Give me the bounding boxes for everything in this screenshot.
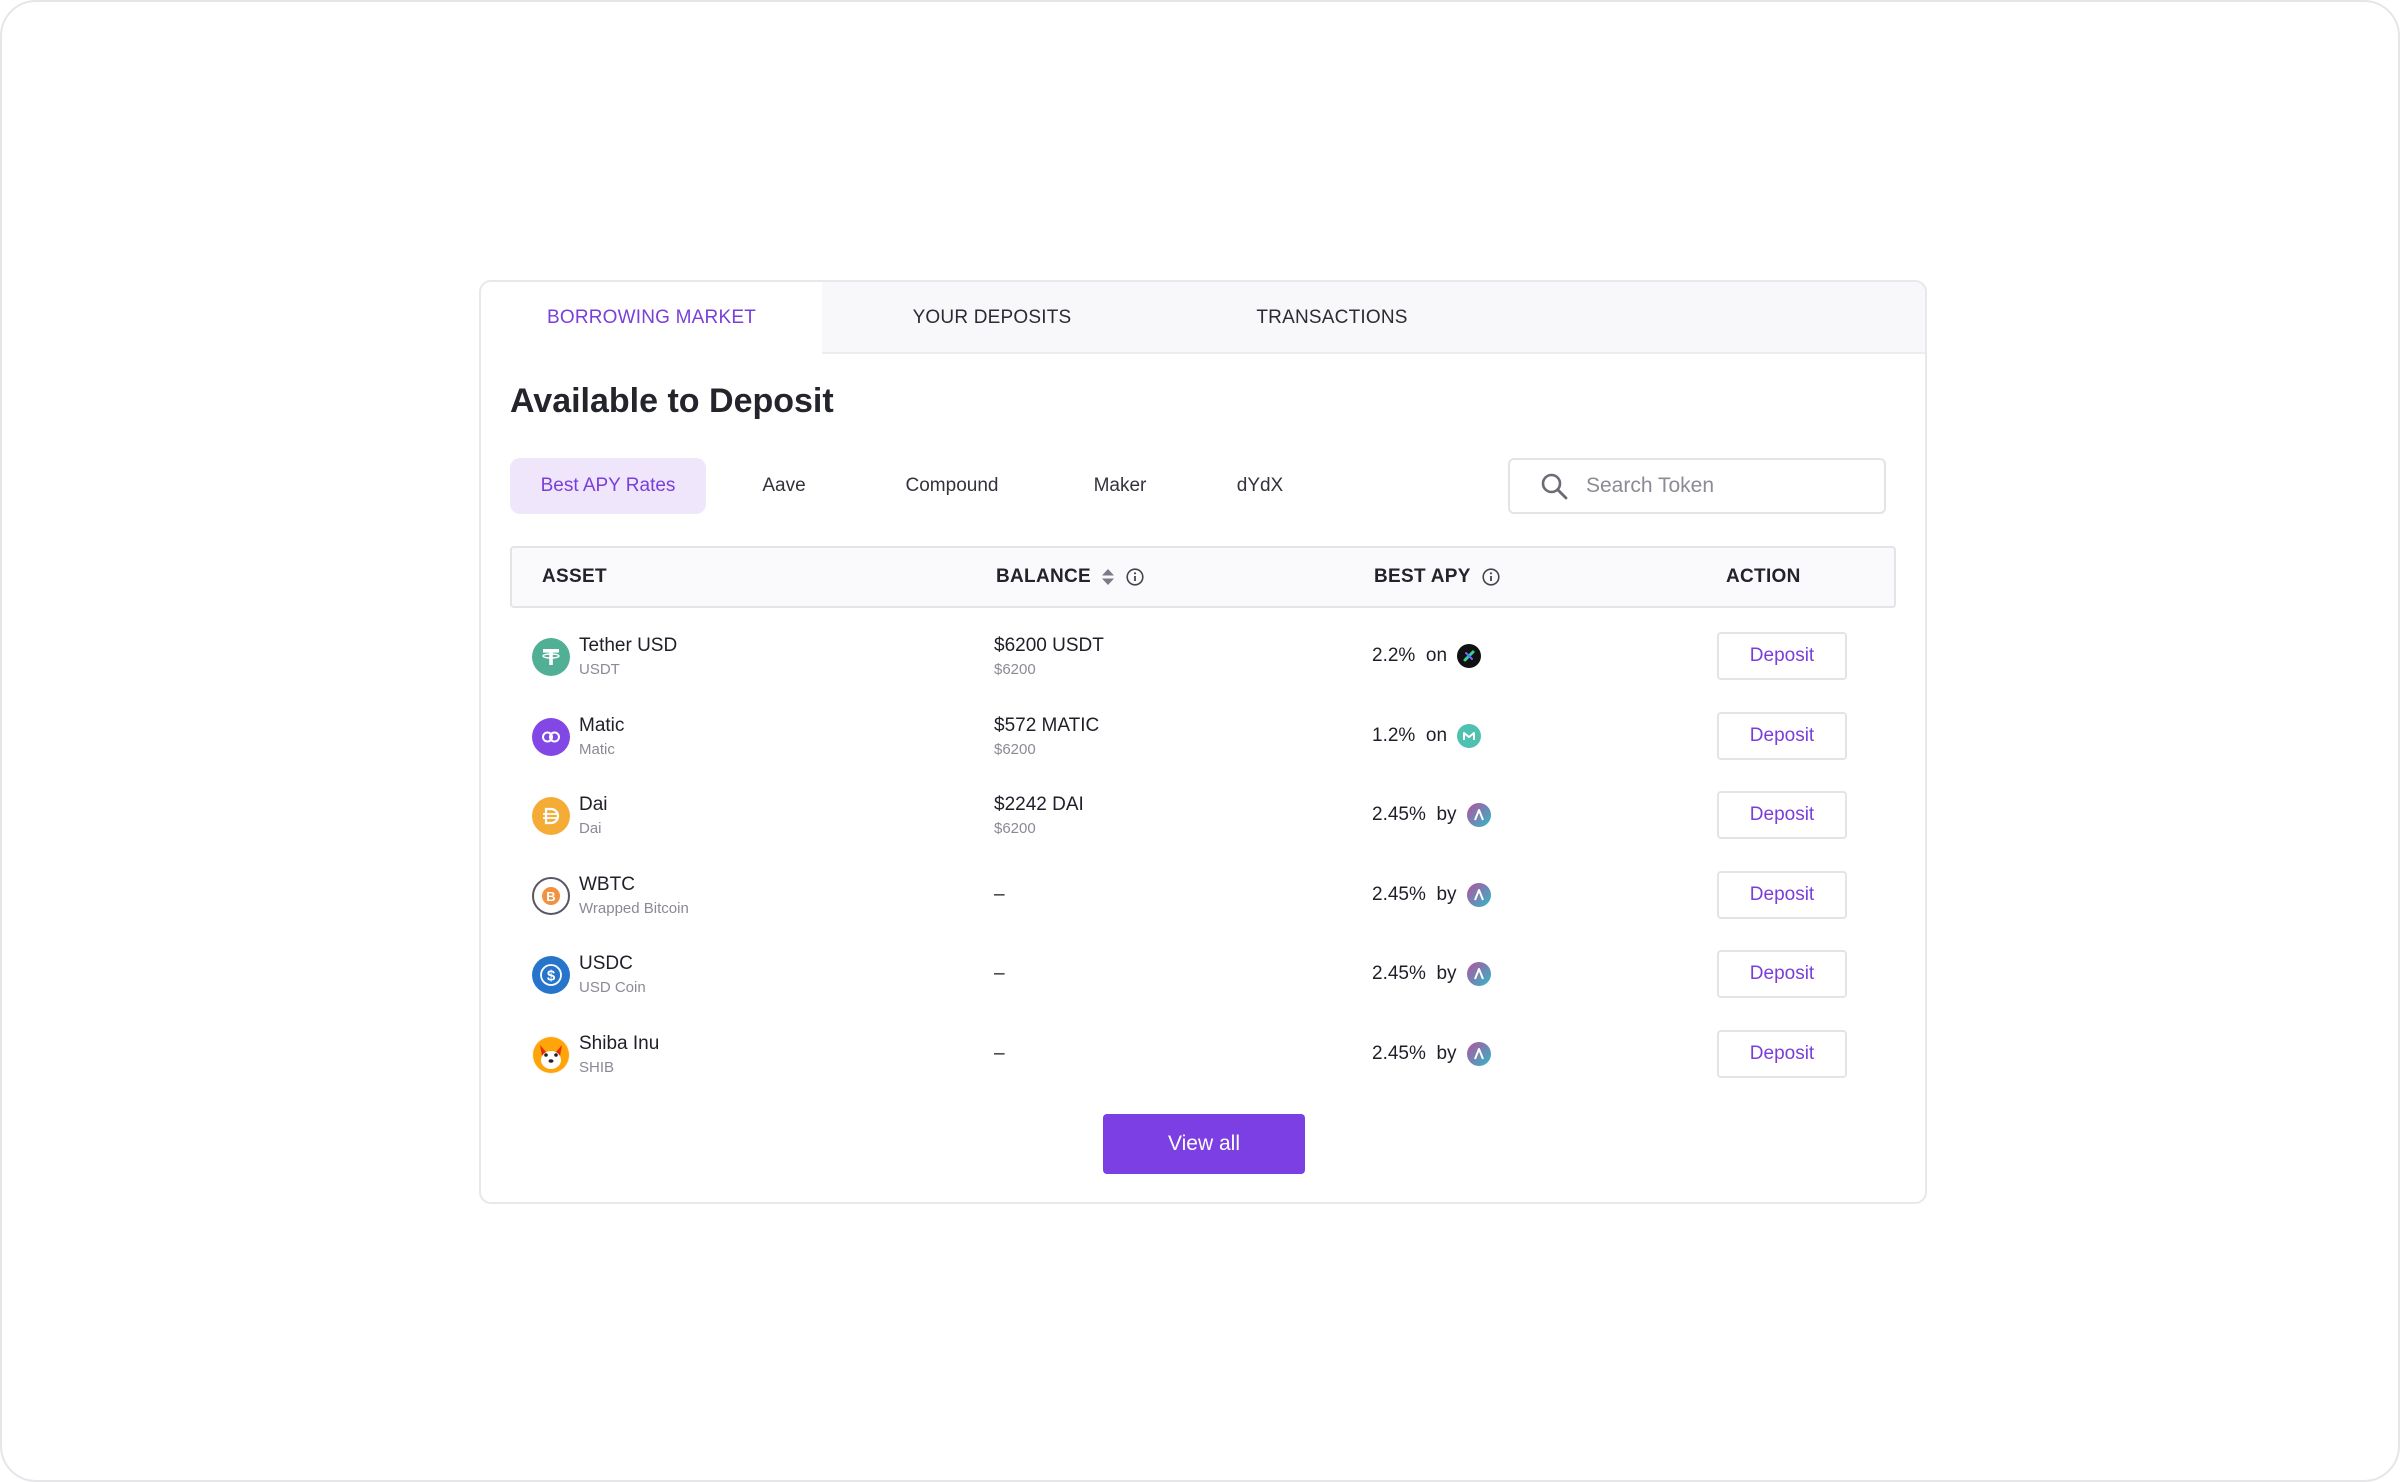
aave-icon xyxy=(1466,882,1491,907)
shiba-icon xyxy=(532,1035,570,1074)
balance-usd: $6200 xyxy=(994,820,1036,837)
balance-amount: $572 MATIC xyxy=(994,714,1100,736)
asset-symbol: Matic xyxy=(579,740,615,758)
matic-icon xyxy=(532,717,570,756)
table-row: Dai Dai $2242 DAI $6200 2.45% by Deposit xyxy=(510,777,1896,857)
filter-dydx[interactable]: dYdX xyxy=(1198,458,1322,514)
asset-name: Dai xyxy=(579,794,608,815)
deposit-button[interactable]: Deposit xyxy=(1717,632,1847,680)
deposit-button[interactable]: Deposit xyxy=(1717,791,1847,839)
balance-amount: $2242 DAI xyxy=(994,794,1084,815)
tab-bar: BORROWING MARKET YOUR DEPOSITS TRANSACTI… xyxy=(481,282,1925,354)
page-title: Available to Deposit xyxy=(510,382,834,420)
asset-name: USDC xyxy=(579,953,633,974)
filter-maker[interactable]: Maker xyxy=(1058,458,1182,514)
best-apy: 2.45% by xyxy=(1372,1041,1491,1066)
best-apy: 2.45% by xyxy=(1372,962,1491,986)
table-row: Matic Matic $572 MATIC $6200 1.2% on Dep… xyxy=(510,698,1896,778)
asset-name: Matic xyxy=(579,714,625,736)
info-icon[interactable] xyxy=(1481,567,1501,587)
search-box[interactable] xyxy=(1508,458,1886,514)
apy-connector: by xyxy=(1436,963,1457,984)
asset-table-body: Tether USD USDT $6200 USDT $6200 2.2% on… xyxy=(510,618,1896,1095)
svg-text:B: B xyxy=(546,889,555,904)
asset-symbol: USDT xyxy=(579,661,620,678)
filter-best-apy-rates[interactable]: Best APY Rates xyxy=(510,458,706,514)
filter-compound[interactable]: Compound xyxy=(862,458,1042,514)
asset-name: Shiba Inu xyxy=(579,1032,660,1054)
aave-icon xyxy=(1466,1041,1491,1066)
table-row: Shiba Inu SHIB – 2.45% by Deposit xyxy=(510,1016,1896,1096)
asset-symbol: Wrapped Bitcoin xyxy=(579,899,689,917)
filter-aave[interactable]: Aave xyxy=(722,458,846,514)
apy-value: 1.2% xyxy=(1372,724,1416,746)
aave-icon xyxy=(1466,803,1491,827)
balance-amount: – xyxy=(994,1042,1005,1064)
apy-connector: on xyxy=(1425,645,1448,666)
balance-usd: $6200 xyxy=(994,661,1036,678)
tether-icon xyxy=(532,638,570,676)
best-apy: 2.2% on xyxy=(1372,644,1482,668)
view-all-button[interactable]: View all xyxy=(1103,1114,1305,1174)
usdc-icon: $ xyxy=(532,956,570,994)
deposit-card: BORROWING MARKET YOUR DEPOSITS TRANSACTI… xyxy=(479,280,1927,1204)
apy-connector: by xyxy=(1436,804,1457,825)
search-icon xyxy=(1541,473,1568,500)
table-row: B WBTC Wrapped Bitcoin – 2.45% by Deposi… xyxy=(510,857,1896,937)
tab-your-deposits[interactable]: YOUR DEPOSITS xyxy=(822,282,1162,354)
apy-value: 2.45% xyxy=(1372,804,1426,825)
apy-value: 2.45% xyxy=(1372,1042,1426,1064)
column-header-action: ACTION xyxy=(1726,566,1801,587)
deposit-button[interactable]: Deposit xyxy=(1717,870,1847,919)
svg-text:$: $ xyxy=(547,968,556,985)
apy-value: 2.45% xyxy=(1372,883,1426,905)
apy-connector: by xyxy=(1436,883,1457,905)
apy-connector: by xyxy=(1436,1042,1457,1064)
deposit-button[interactable]: Deposit xyxy=(1717,950,1847,998)
table-row: $ USDC USD Coin – 2.45% by Deposit xyxy=(510,936,1896,1016)
column-header-balance[interactable]: BALANCE xyxy=(996,548,1145,606)
apy-connector: on xyxy=(1425,724,1448,746)
sort-icon[interactable] xyxy=(1101,567,1115,587)
column-header-best-apy-label: BEST APY xyxy=(1374,566,1471,587)
window-frame: BORROWING MARKET YOUR DEPOSITS TRANSACTI… xyxy=(0,0,2400,1482)
column-header-asset: ASSET xyxy=(542,566,607,587)
dai-icon xyxy=(532,797,570,835)
dydx-icon xyxy=(1457,644,1482,668)
table-header: ASSET BALANCE BEST APY ACTION xyxy=(510,546,1896,608)
best-apy: 2.45% by xyxy=(1372,803,1491,827)
wbtc-icon: B xyxy=(532,876,570,915)
tab-transactions[interactable]: TRANSACTIONS xyxy=(1162,282,1502,354)
balance-amount: $6200 USDT xyxy=(994,635,1104,656)
apy-value: 2.2% xyxy=(1372,645,1416,666)
aave-icon xyxy=(1466,962,1491,986)
best-apy: 1.2% on xyxy=(1372,723,1482,748)
balance-amount: – xyxy=(994,883,1005,905)
table-row: Tether USD USDT $6200 USDT $6200 2.2% on… xyxy=(510,618,1896,698)
tab-borrowing-market[interactable]: BORROWING MARKET xyxy=(481,282,822,354)
asset-name: WBTC xyxy=(579,873,635,895)
asset-name: Tether USD xyxy=(579,635,678,656)
deposit-button[interactable]: Deposit xyxy=(1717,711,1847,760)
column-header-balance-label: BALANCE xyxy=(996,566,1091,587)
search-input[interactable] xyxy=(1586,474,1866,498)
best-apy: 2.45% by xyxy=(1372,882,1491,907)
column-header-best-apy[interactable]: BEST APY xyxy=(1374,548,1501,606)
asset-symbol: Dai xyxy=(579,820,602,837)
balance-usd: $6200 xyxy=(994,740,1036,758)
info-icon[interactable] xyxy=(1125,567,1145,587)
apy-value: 2.45% xyxy=(1372,963,1426,984)
asset-symbol: USD Coin xyxy=(579,979,646,996)
maker-icon xyxy=(1457,723,1482,748)
balance-amount: – xyxy=(994,963,1005,984)
deposit-button[interactable]: Deposit xyxy=(1717,1029,1847,1078)
asset-symbol: SHIB xyxy=(579,1058,615,1076)
